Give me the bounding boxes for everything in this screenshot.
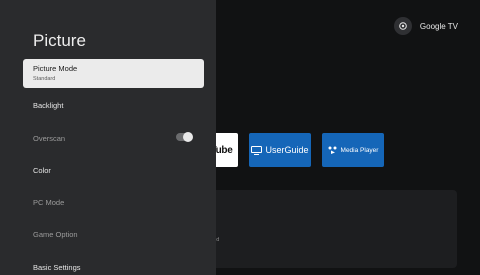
menu-item-basic-settings[interactable]: Basic Settings: [33, 263, 81, 272]
media-player-icon: [328, 146, 337, 154]
toggle-knob: [183, 132, 193, 142]
picture-mode-value: Standard: [33, 76, 56, 82]
home-card[interactable]: [205, 190, 457, 268]
menu-item-color[interactable]: Color: [33, 166, 51, 175]
user-guide-label: UserGuide: [265, 145, 309, 155]
menu-item-pc-mode[interactable]: PC Mode: [33, 198, 64, 207]
picture-mode-item[interactable]: Picture Mode Standard: [23, 59, 204, 88]
media-player-label: Media Player: [340, 146, 379, 154]
media-player-tile[interactable]: Media Player: [322, 133, 384, 167]
brand-label: Google TV: [419, 21, 458, 31]
overscan-toggle[interactable]: [176, 132, 193, 142]
menu-item-game-option[interactable]: Game Option: [33, 230, 78, 239]
panel-title: Picture: [33, 31, 86, 50]
menu-item-overscan[interactable]: Overscan: [33, 134, 65, 143]
user-guide-tile[interactable]: UserGuide: [249, 133, 311, 167]
brand: Google TV: [393, 17, 458, 35]
menu-item-backlight[interactable]: Backlight: [33, 101, 63, 110]
monitor-icon: [251, 145, 263, 155]
picture-mode-label: Picture Mode: [33, 64, 78, 73]
picture-settings-panel: Picture Picture Mode Standard Backlight …: [0, 0, 216, 275]
google-tv-icon: [393, 17, 412, 35]
